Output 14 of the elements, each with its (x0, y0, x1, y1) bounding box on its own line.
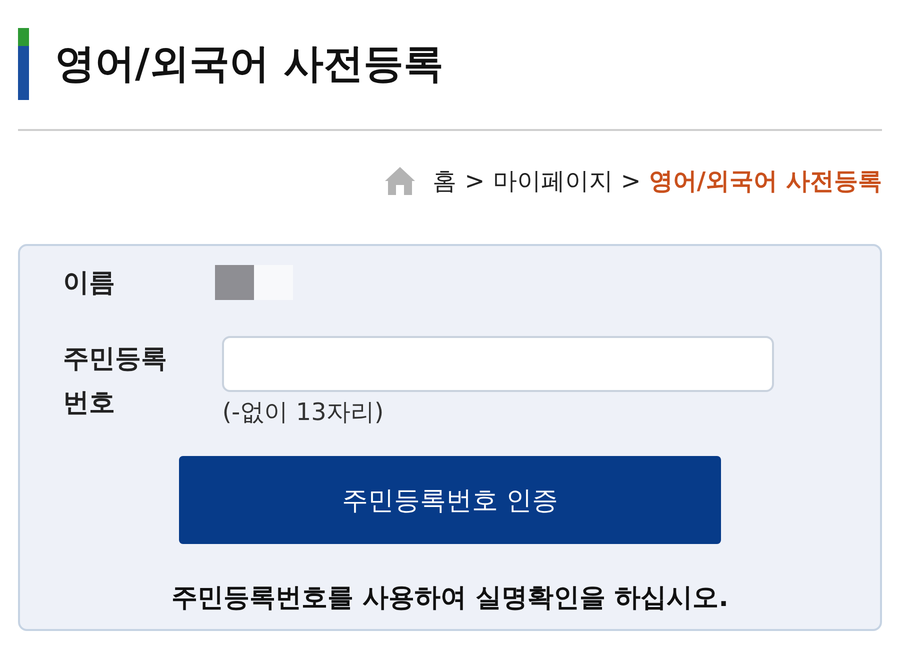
home-icon[interactable] (384, 167, 415, 195)
field-label: 이름 (63, 266, 116, 300)
breadcrumb-separator: > (464, 167, 485, 195)
breadcrumb-link[interactable]: 마이페이지 (492, 165, 613, 197)
notice-text: 주민등록번호를 사용하여 실명확인을 하십시오. (170, 582, 730, 615)
verify-button[interactable]: 주민등록번호 인증 (179, 456, 721, 544)
field-hint: (-없이 13자리) (222, 397, 385, 428)
field-label: 주민등록번호 (63, 343, 168, 420)
page-title: 영어/외국어 사전등록 (55, 40, 444, 88)
breadcrumb-current: 영어/외국어 사전등록 (648, 166, 882, 197)
breadcrumb-separator: > (620, 167, 641, 195)
title-accent-bar (18, 28, 29, 100)
input-field[interactable] (222, 336, 774, 392)
breadcrumb-link[interactable]: 홈 (432, 165, 457, 197)
